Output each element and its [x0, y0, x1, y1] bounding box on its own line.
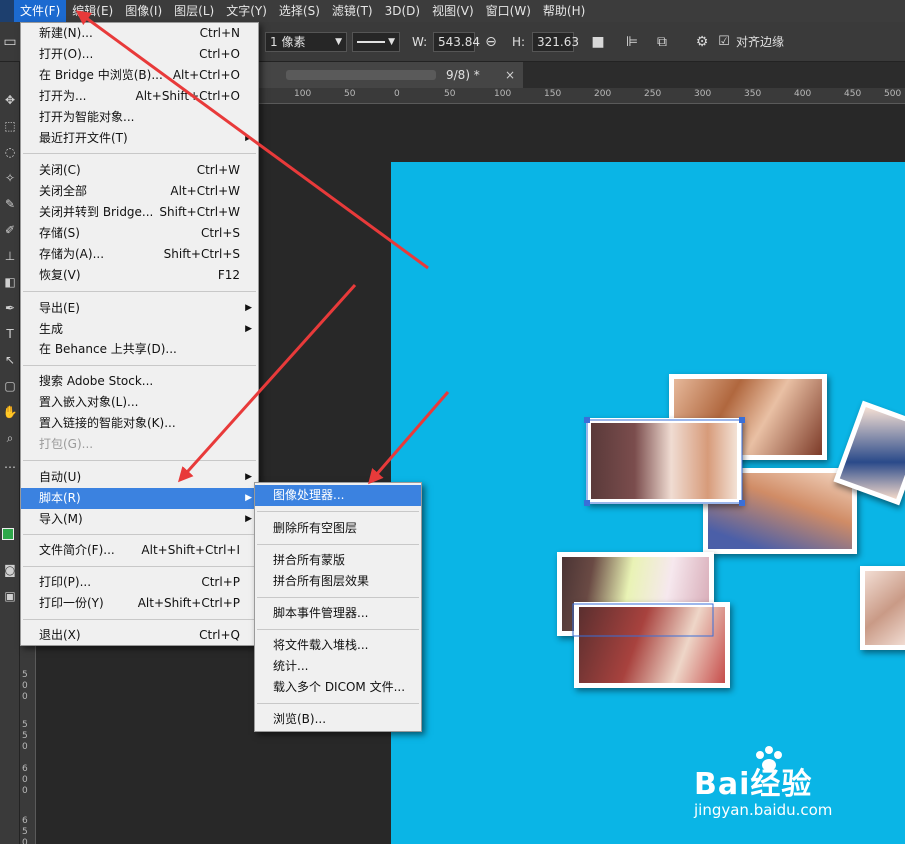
menu-item-place-embedded[interactable]: 置入嵌入对象(L)...: [21, 392, 258, 413]
menu-item-import[interactable]: 导入(M) ▶: [21, 509, 258, 530]
menu-item-close[interactable]: 关闭(C) Ctrl+W: [21, 160, 258, 181]
menu-separator: [23, 566, 256, 567]
submenu-item-browse[interactable]: 浏览(B)...: [255, 709, 421, 730]
watermark-brand: Bai经验: [694, 767, 813, 802]
watermark-url: jingyan.baidu.com: [694, 801, 833, 819]
submenu-arrow-icon: ▶: [245, 133, 252, 143]
menu-separator: [257, 597, 419, 598]
menu-item-exit[interactable]: 退出(X) Ctrl+Q: [21, 625, 258, 646]
submenu-item-script-events[interactable]: 脚本事件管理器...: [255, 603, 421, 624]
submenu-item-image-processor[interactable]: 图像处理器...: [255, 485, 421, 506]
menu-separator: [23, 153, 256, 154]
menu-item-search-stock[interactable]: 搜索 Adobe Stock...: [21, 371, 258, 392]
baidu-jingyan-watermark: Bai经验 jingyan.baidu.com: [690, 745, 870, 825]
menu-item-behance-share[interactable]: 在 Behance 上共享(D)...: [21, 339, 258, 360]
menu-item-save-as[interactable]: 存储为(A)... Shift+Ctrl+S: [21, 244, 258, 265]
submenu-item-delete-empty-layers[interactable]: 删除所有空图层: [255, 518, 421, 539]
photoshop-window: 文件(F) 编辑(E) 图像(I) 图层(L) 文字(Y) 选择(S) 滤镜(T…: [0, 0, 905, 844]
submenu-arrow-icon: ▶: [245, 493, 252, 503]
submenu-arrow-icon: ▶: [245, 324, 252, 334]
menu-separator: [23, 619, 256, 620]
menu-separator: [23, 365, 256, 366]
menu-item-print-one-copy[interactable]: 打印一份(Y) Alt+Shift+Ctrl+P: [21, 593, 258, 614]
menu-separator: [23, 291, 256, 292]
menu-separator: [257, 629, 419, 630]
submenu-item-load-dicom[interactable]: 载入多个 DICOM 文件...: [255, 677, 421, 698]
submenu-arrow-icon: ▶: [245, 472, 252, 482]
menu-item-close-all[interactable]: 关闭全部 Alt+Ctrl+W: [21, 181, 258, 202]
menu-item-new[interactable]: 新建(N)... Ctrl+N: [21, 23, 258, 44]
menu-item-generate[interactable]: 生成 ▶: [21, 319, 258, 340]
menu-separator: [23, 534, 256, 535]
menu-item-recent-files[interactable]: 最近打开文件(T) ▶: [21, 128, 258, 149]
submenu-item-flatten-effects[interactable]: 拼合所有图层效果: [255, 571, 421, 592]
menu-separator: [257, 511, 419, 512]
submenu-arrow-icon: ▶: [245, 514, 252, 524]
menu-item-print[interactable]: 打印(P)... Ctrl+P: [21, 572, 258, 593]
menu-item-close-go-bridge[interactable]: 关闭并转到 Bridge... Shift+Ctrl+W: [21, 202, 258, 223]
menu-item-automate[interactable]: 自动(U) ▶: [21, 467, 258, 488]
menu-item-place-linked[interactable]: 置入链接的智能对象(K)...: [21, 413, 258, 434]
submenu-arrow-icon: ▶: [245, 303, 252, 313]
menu-separator: [257, 544, 419, 545]
scripts-submenu: 图像处理器... 删除所有空图层 拼合所有蒙版 拼合所有图层效果 脚本事件管理器…: [254, 482, 422, 732]
submenu-item-flatten-masks[interactable]: 拼合所有蒙版: [255, 550, 421, 571]
submenu-item-statistics[interactable]: 统计...: [255, 656, 421, 677]
menu-separator: [257, 703, 419, 704]
file-menu-dropdown: 新建(N)... Ctrl+N 打开(O)... Ctrl+O 在 Bridge 中…: [20, 22, 259, 646]
menu-item-open[interactable]: 打开(O)... Ctrl+O: [21, 44, 258, 65]
menu-item-package: 打包(G)...: [39, 437, 94, 451]
menu-item-save[interactable]: 存储(S) Ctrl+S: [21, 223, 258, 244]
menu-item-export[interactable]: 导出(E) ▶: [21, 298, 258, 319]
menu-item-open-as[interactable]: 打开为... Alt+Shift+Ctrl+O: [21, 86, 258, 107]
menu-item-revert[interactable]: 恢复(V) F12: [21, 265, 258, 286]
menu-separator: [23, 460, 256, 461]
submenu-item-load-stack[interactable]: 将文件载入堆栈...: [255, 635, 421, 656]
menu-item-file-info[interactable]: 文件简介(F)... Alt+Shift+Ctrl+I: [21, 540, 258, 561]
menu-item-scripts[interactable]: 脚本(R) ▶: [21, 488, 258, 509]
menu-item-browse-bridge[interactable]: 在 Bridge 中浏览(B)... Alt+Ctrl+O: [21, 65, 258, 86]
menu-item-open-smart-object[interactable]: 打开为智能对象...: [21, 107, 258, 128]
